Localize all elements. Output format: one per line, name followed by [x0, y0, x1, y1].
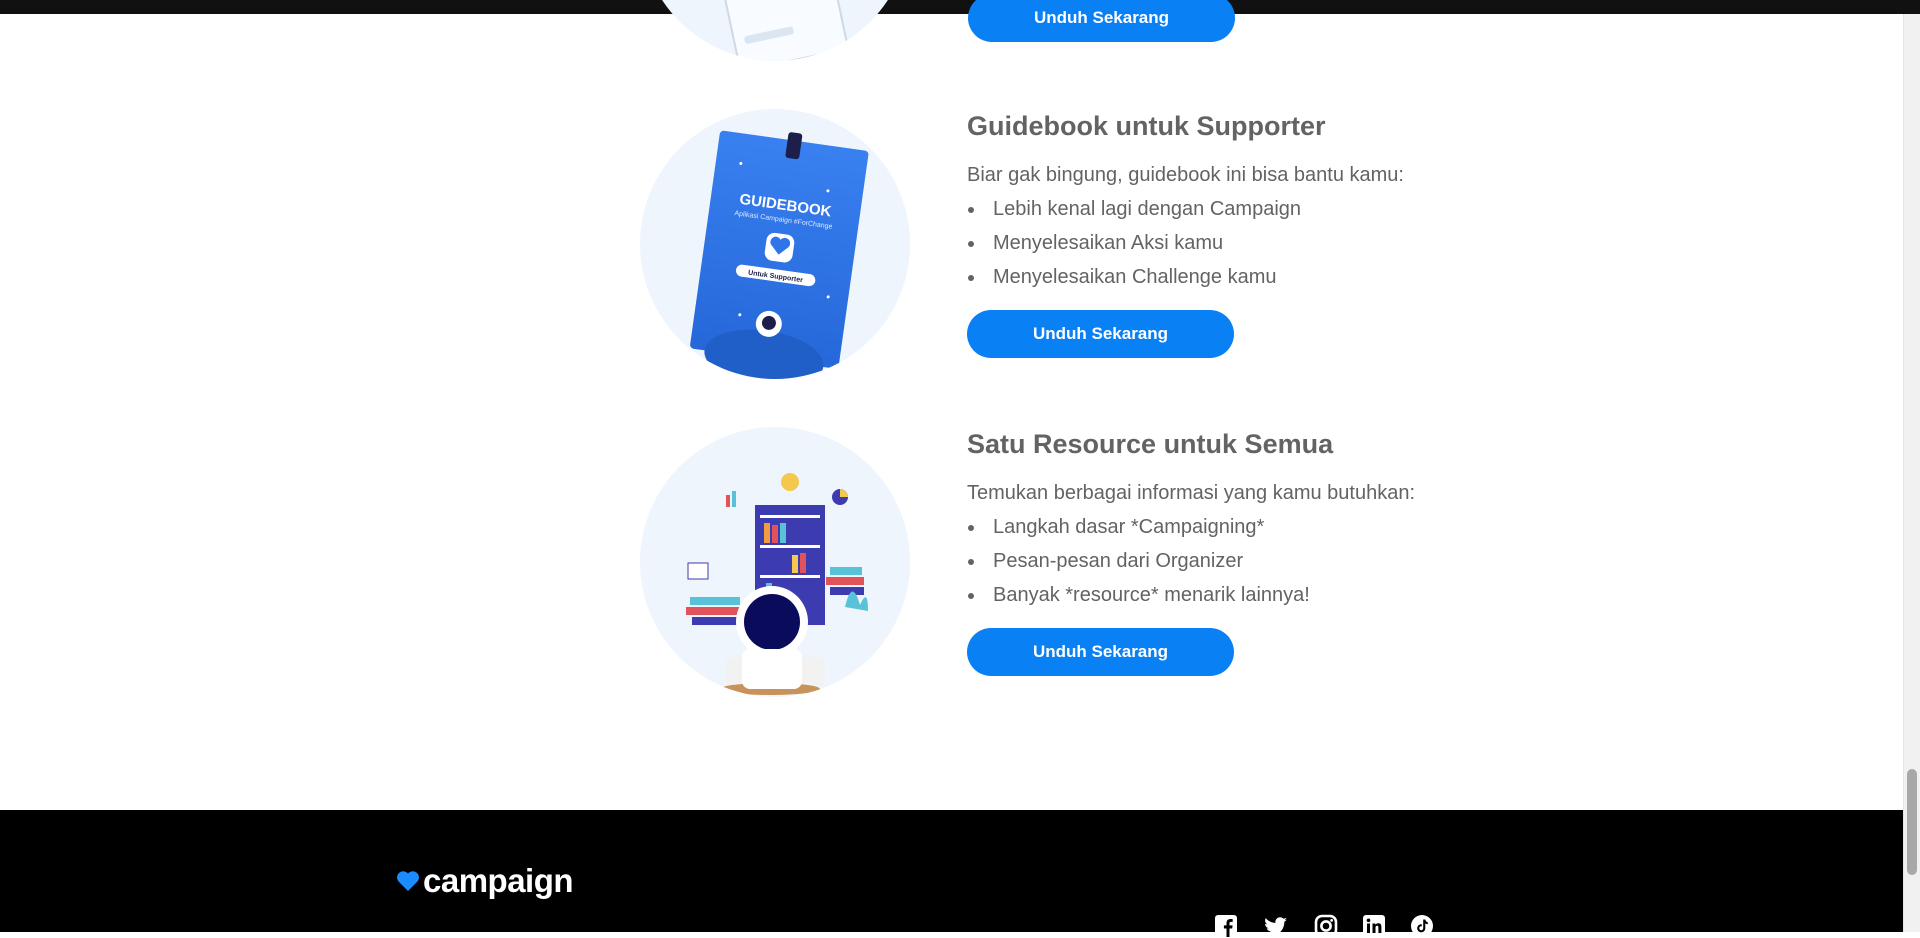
twitter-icon[interactable] [1262, 914, 1290, 938]
list-item: Menyelesaikan Challenge kamu [968, 260, 1447, 294]
resource-illustration [640, 427, 910, 697]
list-item: Lebih kenal lagi dengan Campaign [968, 192, 1447, 226]
previous-section-illustration [640, 0, 910, 61]
tiktok-icon[interactable] [1410, 914, 1434, 938]
list-item: Langkah dasar *Campaigning* [968, 510, 1447, 544]
resource-section-description: Temukan berbagai informasi yang kamu but… [967, 482, 1416, 504]
social-links [1214, 914, 1434, 938]
document-illustration [721, 0, 849, 61]
guidebook-book-illustration: GUIDEBOOK Aplikasi Campaign #ForChange U… [690, 130, 869, 379]
resource-section: Satu Resource untuk Semua Temukan berbag… [967, 426, 1447, 676]
download-button-previous[interactable]: Unduh Sekarang [968, 0, 1235, 42]
campaign-logo[interactable]: campaign [396, 862, 574, 900]
heart-icon [397, 871, 419, 891]
guidebook-section: Guidebook untuk Supporter Biar gak bingu… [967, 108, 1447, 358]
download-guidebook-button[interactable]: Unduh Sekarang [967, 310, 1234, 358]
guidebook-section-description: Biar gak bingung, guidebook ini bisa ban… [967, 164, 1404, 186]
page-scrollbar[interactable] [1903, 14, 1920, 932]
list-item: Banyak *resource* menarik lainnya! [968, 578, 1447, 612]
list-item: Pesan-pesan dari Organizer [968, 544, 1447, 578]
list-item: Menyelesaikan Aksi kamu [968, 226, 1447, 260]
guidebook-section-title: Guidebook untuk Supporter [967, 111, 1326, 141]
resource-feature-list: Langkah dasar *Campaigning* Pesan-pesan … [967, 510, 1447, 612]
guidebook-illustration: GUIDEBOOK Aplikasi Campaign #ForChange U… [640, 109, 910, 379]
library-astronaut-illustration [686, 473, 868, 695]
linkedin-icon[interactable] [1362, 914, 1386, 938]
guidebook-feature-list: Lebih kenal lagi dengan Campaign Menyele… [967, 192, 1447, 294]
facebook-icon[interactable] [1214, 914, 1238, 938]
download-resource-button[interactable]: Unduh Sekarang [967, 628, 1234, 676]
footer: campaign [0, 810, 1904, 938]
browser-top-bar [0, 0, 1920, 14]
scrollbar-thumb[interactable] [1907, 769, 1917, 875]
logo-text: campaign [423, 862, 574, 899]
instagram-icon[interactable] [1314, 914, 1338, 938]
resource-section-title: Satu Resource untuk Semua [967, 429, 1334, 459]
